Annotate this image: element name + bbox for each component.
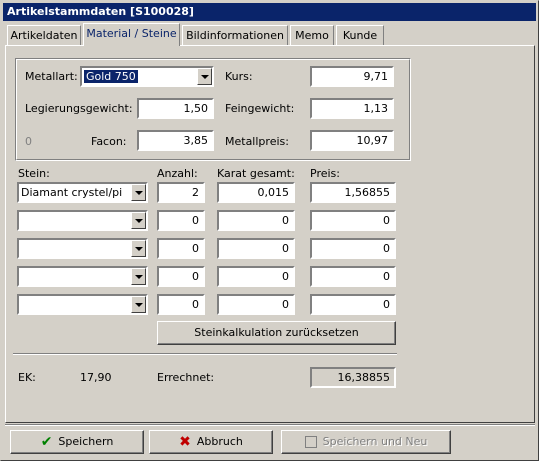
chevron-down-icon[interactable] (131, 212, 146, 229)
errechnet-value: 16,38855 (310, 367, 396, 388)
chevron-down-icon[interactable] (131, 296, 146, 313)
preis-field[interactable]: 0 (310, 294, 396, 315)
preis-header: Preis: (310, 167, 340, 180)
facon-label: Facon: (91, 135, 127, 148)
preis-field[interactable]: 0 (310, 266, 396, 287)
window: Artikelstammdaten [S100028] Artikeldaten… (0, 0, 539, 461)
anzahl-field[interactable]: 0 (157, 210, 205, 231)
chevron-down-icon[interactable] (131, 268, 146, 285)
checkmark-icon: ✔ (40, 434, 53, 450)
karat-field[interactable]: 0 (217, 238, 295, 259)
cancel-label: Abbruch (196, 435, 243, 448)
stone-select[interactable] (17, 210, 148, 231)
tab-material-steine[interactable]: Material / Steine (83, 23, 180, 46)
tab-bildinformationen[interactable]: Bildinformationen (182, 25, 288, 45)
karat-field[interactable]: 0 (217, 210, 295, 231)
metallpreis-field[interactable]: 10,97 (310, 130, 394, 151)
metallart-label: Metallart: (25, 70, 78, 83)
cross-icon: ✖ (179, 434, 191, 450)
karat-field[interactable]: 0 (217, 266, 295, 287)
divider (13, 353, 397, 355)
metallpreis-label: Metallpreis: (225, 135, 289, 148)
tab-memo[interactable]: Memo (290, 25, 334, 45)
chevron-down-icon[interactable] (131, 184, 146, 201)
chevron-down-icon[interactable] (197, 68, 212, 85)
ek-value: 17,90 (80, 371, 112, 384)
feingewicht-label: Feingewicht: (225, 102, 295, 115)
save-button[interactable]: ✔ Speichern (10, 430, 144, 454)
karat-field[interactable]: 0 (217, 294, 295, 315)
kurs-field[interactable]: 9,71 (310, 66, 394, 87)
preis-field[interactable]: 1,56855 (310, 182, 396, 203)
save-and-new-label: Speichern und Neu (322, 435, 428, 448)
legierungsgewicht-label: Legierungsgewicht: (25, 102, 133, 115)
preis-field[interactable]: 0 (310, 238, 396, 259)
reset-stone-calculation-button[interactable]: Steinkalkulation zurücksetzen (157, 321, 396, 345)
footer-divider (5, 424, 535, 426)
window-title: Artikelstammdaten [S100028] (3, 3, 536, 21)
metallart-select[interactable]: Gold 750 (80, 66, 214, 87)
anzahl-header: Anzahl: (157, 167, 198, 180)
preis-field[interactable]: 0 (310, 210, 396, 231)
stein-header: Stein: (18, 167, 50, 180)
karat-field[interactable]: 0,015 (217, 182, 295, 203)
metallart-value: Gold 750 (84, 70, 138, 83)
kurs-label: Kurs: (225, 70, 253, 83)
tab-artikeldaten[interactable]: Artikeldaten (7, 25, 81, 45)
disk-icon (304, 436, 317, 448)
stone-select[interactable] (17, 238, 148, 259)
feingewicht-field[interactable]: 1,13 (310, 98, 394, 119)
anzahl-field[interactable]: 2 (157, 182, 205, 203)
tab-kunde[interactable]: Kunde (336, 25, 384, 45)
facon-field[interactable]: 3,85 (137, 130, 214, 151)
karat-header: Karat gesamt: (217, 167, 295, 180)
zero-indicator: 0 (25, 135, 32, 148)
stone-select-value: Diamant crystel/pi (21, 186, 123, 199)
ek-label: EK: (18, 371, 36, 384)
save-and-new-button[interactable]: Speichern und Neu (281, 430, 451, 454)
save-label: Speichern (58, 435, 114, 448)
stone-select[interactable] (17, 294, 148, 315)
stone-select[interactable]: Diamant crystel/pi (17, 182, 148, 203)
stone-select[interactable] (17, 266, 148, 287)
anzahl-field[interactable]: 0 (157, 238, 205, 259)
legierungsgewicht-field[interactable]: 1,50 (137, 98, 214, 119)
cancel-button[interactable]: ✖ Abbruch (149, 430, 273, 454)
anzahl-field[interactable]: 0 (157, 266, 205, 287)
chevron-down-icon[interactable] (131, 240, 146, 257)
anzahl-field[interactable]: 0 (157, 294, 205, 315)
errechnet-label: Errechnet: (157, 371, 215, 384)
